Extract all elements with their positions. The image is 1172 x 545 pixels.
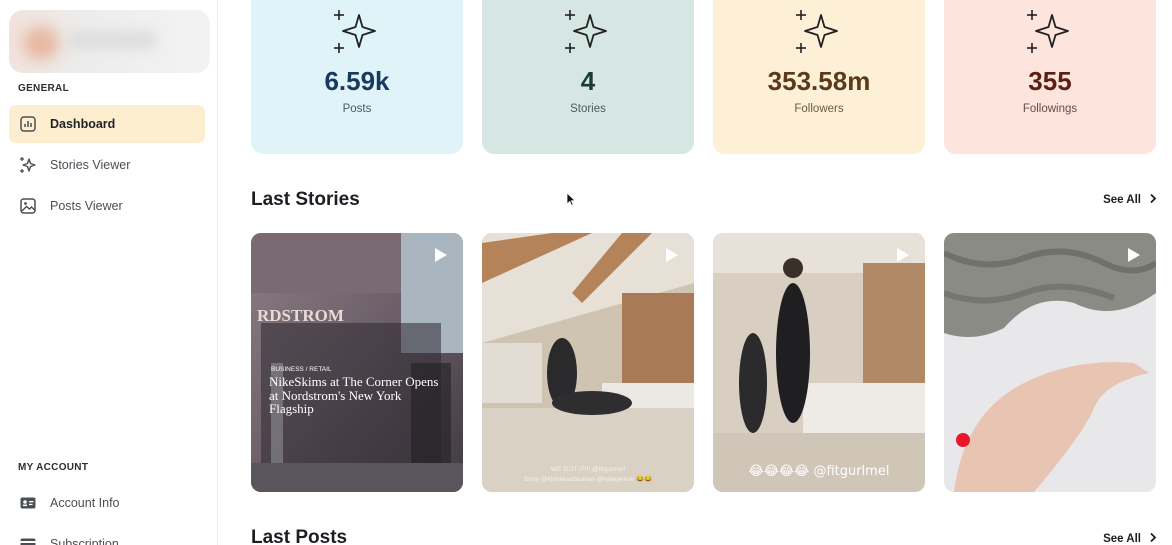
sidebar-item-label: Dashboard: [50, 117, 116, 131]
sidebar-item-subscription[interactable]: Subscription: [9, 525, 205, 545]
sidebar: GENERAL Dashboard Stories Viewer Posts V…: [0, 0, 218, 545]
stat-label: Posts: [342, 103, 372, 115]
stat-value: 4: [580, 66, 596, 96]
sparkle-icon: [1026, 9, 1074, 60]
mouse-cursor-icon: [566, 192, 576, 212]
bar-chart-icon: [18, 114, 38, 134]
play-icon: [434, 247, 448, 268]
image-icon: [18, 196, 38, 216]
see-all-posts-button[interactable]: See All: [1103, 532, 1157, 545]
story-thumbnail[interactable]: WE GOT IT!!! @fitgurlmel Sorry @khloekar…: [482, 233, 694, 492]
story-image: RDSTROM BUSINESS / RETAIL NikeSkims at T…: [251, 233, 463, 492]
story-thumbnail[interactable]: 😂😂😂😂 @fitgurlmel: [713, 233, 925, 492]
play-icon: [896, 247, 910, 268]
sidebar-item-label: Stories Viewer: [50, 158, 131, 172]
sidebar-item-account-info[interactable]: Account Info: [9, 484, 205, 522]
see-all-stories-button[interactable]: See All: [1103, 193, 1157, 207]
card-icon: [18, 534, 38, 545]
avatar: [23, 26, 59, 60]
story-overlay-headline: NikeSkims at The Corner Opens at Nordstr…: [269, 375, 439, 416]
story-caption: WE GOT IT!!! @fitgurlmel: [551, 466, 626, 473]
sidebar-item-dashboard[interactable]: Dashboard: [9, 105, 205, 143]
chevron-right-icon: [1149, 193, 1157, 207]
stat-label: Stories: [570, 103, 606, 115]
stat-card-followings: 355 Followings: [944, 0, 1156, 154]
section-title-last-stories: Last Stories: [251, 189, 360, 210]
stat-card-posts: 6.59k Posts: [251, 0, 463, 154]
story-caption: Sorry @khloekardashian @kyliejenner 😂😂: [524, 475, 653, 483]
stat-label: Followers: [794, 103, 844, 115]
sidebar-item-label: Subscription: [50, 537, 119, 545]
story-thumbnail[interactable]: RDSTROM BUSINESS / RETAIL NikeSkims at T…: [251, 233, 463, 492]
story-image: 😂😂😂😂 @fitgurlmel: [713, 233, 925, 492]
story-thumbnail[interactable]: [944, 233, 1156, 492]
stat-value: 6.59k: [324, 66, 390, 96]
stat-value: 355: [1028, 66, 1072, 96]
story-overlay-kicker: BUSINESS / RETAIL: [271, 366, 332, 373]
id-card-icon: [18, 493, 38, 513]
sidebar-item-label: Posts Viewer: [50, 199, 123, 213]
story-image: [944, 233, 1156, 492]
chevron-right-icon: [1149, 532, 1157, 545]
story-image: WE GOT IT!!! @fitgurlmel Sorry @khloekar…: [482, 233, 694, 492]
section-label-general: GENERAL: [18, 83, 69, 94]
sparkle-icon: [333, 9, 381, 60]
section-title-last-posts: Last Posts: [251, 527, 348, 545]
storefront-text: RDSTROM: [257, 306, 344, 325]
see-all-label: See All: [1103, 194, 1141, 206]
story-caption: 😂😂😂😂 @fitgurlmel: [749, 464, 890, 479]
sparkle-icon: [564, 9, 612, 60]
stat-label: Followings: [1022, 103, 1078, 115]
sparkle-icon: [18, 155, 38, 175]
section-label-my-account: MY ACCOUNT: [18, 462, 89, 473]
see-all-label: See All: [1103, 533, 1141, 545]
sidebar-item-posts-viewer[interactable]: Posts Viewer: [9, 187, 205, 225]
profile-card[interactable]: [9, 10, 210, 73]
play-icon: [1127, 247, 1141, 268]
sidebar-item-label: Account Info: [50, 496, 120, 510]
stat-card-followers: 353.58m Followers: [713, 0, 925, 154]
stat-card-stories: 4 Stories: [482, 0, 694, 154]
sidebar-item-stories-viewer[interactable]: Stories Viewer: [9, 146, 205, 184]
play-icon: [665, 247, 679, 268]
profile-name-blurred: [67, 32, 157, 48]
sparkle-icon: [795, 9, 843, 60]
stat-value: 353.58m: [767, 66, 871, 96]
